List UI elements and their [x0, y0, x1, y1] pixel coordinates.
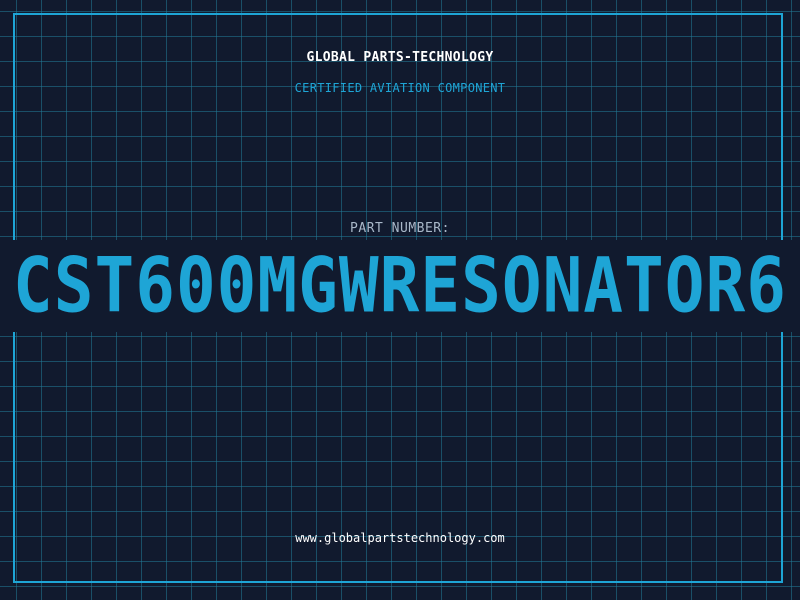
certification-tagline: CERTIFIED AVIATION COMPONENT — [294, 81, 506, 95]
company-name: GLOBAL PARTS-TECHNOLOGY — [306, 50, 494, 65]
part-number-label: PART NUMBER: — [350, 221, 450, 236]
part-card: GLOBAL PARTS-TECHNOLOGY CERTIFIED AVIATI… — [0, 0, 800, 600]
part-number-band: CST600MGWRESONATOR6 — [0, 240, 800, 332]
part-number-value: CST600MGWRESONATOR6 — [13, 241, 787, 330]
website-url: www.globalpartstechnology.com — [295, 531, 505, 545]
